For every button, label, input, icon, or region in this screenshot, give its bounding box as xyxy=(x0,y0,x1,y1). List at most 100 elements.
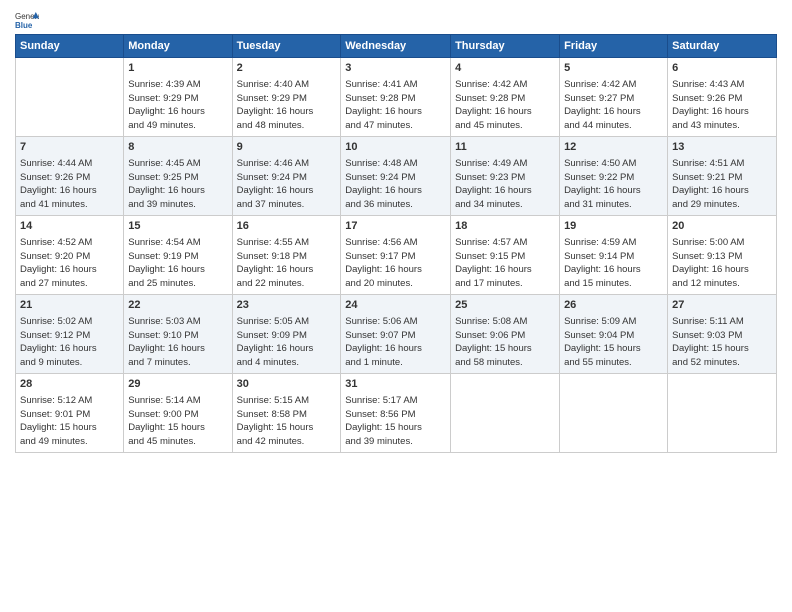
day-number: 3 xyxy=(345,61,446,77)
cell-info: Daylight: 16 hours xyxy=(128,105,227,119)
day-number: 23 xyxy=(237,298,337,314)
calendar-cell: 12Sunrise: 4:50 AMSunset: 9:22 PMDayligh… xyxy=(560,137,668,216)
cell-info: Daylight: 16 hours xyxy=(20,184,119,198)
day-number: 27 xyxy=(672,298,772,314)
cell-info: Sunset: 9:07 PM xyxy=(345,329,446,343)
calendar-cell: 6Sunrise: 4:43 AMSunset: 9:26 PMDaylight… xyxy=(668,58,777,137)
day-number: 10 xyxy=(345,140,446,156)
calendar-cell: 1Sunrise: 4:39 AMSunset: 9:29 PMDaylight… xyxy=(124,58,232,137)
cell-info: Sunrise: 4:45 AM xyxy=(128,157,227,171)
cell-info: Daylight: 16 hours xyxy=(128,263,227,277)
calendar-cell: 10Sunrise: 4:48 AMSunset: 9:24 PMDayligh… xyxy=(341,137,451,216)
week-row-3: 14Sunrise: 4:52 AMSunset: 9:20 PMDayligh… xyxy=(16,216,777,295)
cell-info: Sunset: 9:12 PM xyxy=(20,329,119,343)
cell-info: and 39 minutes. xyxy=(128,198,227,212)
cell-info: Sunset: 9:27 PM xyxy=(564,92,663,106)
header-wednesday: Wednesday xyxy=(341,35,451,58)
calendar-cell: 3Sunrise: 4:41 AMSunset: 9:28 PMDaylight… xyxy=(341,58,451,137)
cell-info: Sunrise: 4:59 AM xyxy=(564,236,663,250)
day-number: 14 xyxy=(20,219,119,235)
cell-info: Sunset: 9:15 PM xyxy=(455,250,555,264)
cell-info: Daylight: 16 hours xyxy=(672,263,772,277)
header-thursday: Thursday xyxy=(451,35,560,58)
cell-info: Daylight: 16 hours xyxy=(564,105,663,119)
cell-info: Sunrise: 4:55 AM xyxy=(237,236,337,250)
cell-info: Sunset: 9:22 PM xyxy=(564,171,663,185)
cell-info: Sunrise: 4:41 AM xyxy=(345,78,446,92)
week-row-1: 1Sunrise: 4:39 AMSunset: 9:29 PMDaylight… xyxy=(16,58,777,137)
svg-text:Blue: Blue xyxy=(15,21,33,30)
calendar-cell: 31Sunrise: 5:17 AMSunset: 8:56 PMDayligh… xyxy=(341,374,451,453)
header-friday: Friday xyxy=(560,35,668,58)
calendar-cell: 8Sunrise: 4:45 AMSunset: 9:25 PMDaylight… xyxy=(124,137,232,216)
calendar-cell: 7Sunrise: 4:44 AMSunset: 9:26 PMDaylight… xyxy=(16,137,124,216)
cell-info: and 42 minutes. xyxy=(237,435,337,449)
cell-info: Sunset: 9:17 PM xyxy=(345,250,446,264)
cell-info: Daylight: 15 hours xyxy=(672,342,772,356)
cell-info: Sunset: 8:58 PM xyxy=(237,408,337,422)
calendar-cell: 28Sunrise: 5:12 AMSunset: 9:01 PMDayligh… xyxy=(16,374,124,453)
cell-info: Daylight: 16 hours xyxy=(128,342,227,356)
cell-info: Sunset: 9:21 PM xyxy=(672,171,772,185)
cell-info: and 4 minutes. xyxy=(237,356,337,370)
cell-info: and 12 minutes. xyxy=(672,277,772,291)
cell-info: Daylight: 16 hours xyxy=(564,263,663,277)
header-monday: Monday xyxy=(124,35,232,58)
day-number: 13 xyxy=(672,140,772,156)
calendar-cell: 5Sunrise: 4:42 AMSunset: 9:27 PMDaylight… xyxy=(560,58,668,137)
cell-info: Sunset: 9:14 PM xyxy=(564,250,663,264)
cell-info: Daylight: 16 hours xyxy=(455,184,555,198)
day-number: 9 xyxy=(237,140,337,156)
calendar-cell xyxy=(668,374,777,453)
calendar-cell: 23Sunrise: 5:05 AMSunset: 9:09 PMDayligh… xyxy=(232,295,341,374)
calendar-cell: 17Sunrise: 4:56 AMSunset: 9:17 PMDayligh… xyxy=(341,216,451,295)
day-number: 11 xyxy=(455,140,555,156)
calendar-cell: 20Sunrise: 5:00 AMSunset: 9:13 PMDayligh… xyxy=(668,216,777,295)
cell-info: Sunrise: 5:03 AM xyxy=(128,315,227,329)
cell-info: and 9 minutes. xyxy=(20,356,119,370)
cell-info: and 43 minutes. xyxy=(672,119,772,133)
header-tuesday: Tuesday xyxy=(232,35,341,58)
calendar-cell: 18Sunrise: 4:57 AMSunset: 9:15 PMDayligh… xyxy=(451,216,560,295)
day-number: 22 xyxy=(128,298,227,314)
cell-info: Sunrise: 4:44 AM xyxy=(20,157,119,171)
cell-info: Sunset: 9:23 PM xyxy=(455,171,555,185)
cell-info: Sunrise: 4:56 AM xyxy=(345,236,446,250)
cell-info: and 20 minutes. xyxy=(345,277,446,291)
cell-info: Sunrise: 4:51 AM xyxy=(672,157,772,171)
cell-info: and 34 minutes. xyxy=(455,198,555,212)
cell-info: and 15 minutes. xyxy=(564,277,663,291)
cell-info: Sunrise: 4:52 AM xyxy=(20,236,119,250)
cell-info: Sunset: 9:03 PM xyxy=(672,329,772,343)
cell-info: and 31 minutes. xyxy=(564,198,663,212)
calendar-cell: 25Sunrise: 5:08 AMSunset: 9:06 PMDayligh… xyxy=(451,295,560,374)
day-number: 21 xyxy=(20,298,119,314)
day-number: 12 xyxy=(564,140,663,156)
cell-info: Sunset: 9:01 PM xyxy=(20,408,119,422)
day-number: 8 xyxy=(128,140,227,156)
cell-info: Sunrise: 4:43 AM xyxy=(672,78,772,92)
cell-info: Sunrise: 5:12 AM xyxy=(20,394,119,408)
cell-info: and 52 minutes. xyxy=(672,356,772,370)
day-number: 20 xyxy=(672,219,772,235)
cell-info: Daylight: 16 hours xyxy=(237,342,337,356)
logo: General Blue xyxy=(15,10,39,30)
cell-info: and 41 minutes. xyxy=(20,198,119,212)
cell-info: and 58 minutes. xyxy=(455,356,555,370)
day-number: 16 xyxy=(237,219,337,235)
cell-info: Daylight: 16 hours xyxy=(672,184,772,198)
calendar-cell: 19Sunrise: 4:59 AMSunset: 9:14 PMDayligh… xyxy=(560,216,668,295)
cell-info: Sunrise: 4:50 AM xyxy=(564,157,663,171)
cell-info: Sunset: 9:13 PM xyxy=(672,250,772,264)
cell-info: Sunset: 9:24 PM xyxy=(345,171,446,185)
day-number: 18 xyxy=(455,219,555,235)
cell-info: and 48 minutes. xyxy=(237,119,337,133)
calendar-cell: 2Sunrise: 4:40 AMSunset: 9:29 PMDaylight… xyxy=(232,58,341,137)
cell-info: and 45 minutes. xyxy=(128,435,227,449)
calendar-cell: 15Sunrise: 4:54 AMSunset: 9:19 PMDayligh… xyxy=(124,216,232,295)
calendar-cell xyxy=(560,374,668,453)
cell-info: Daylight: 15 hours xyxy=(455,342,555,356)
logo-icon: General Blue xyxy=(15,10,39,30)
calendar-cell: 14Sunrise: 4:52 AMSunset: 9:20 PMDayligh… xyxy=(16,216,124,295)
calendar-cell: 26Sunrise: 5:09 AMSunset: 9:04 PMDayligh… xyxy=(560,295,668,374)
